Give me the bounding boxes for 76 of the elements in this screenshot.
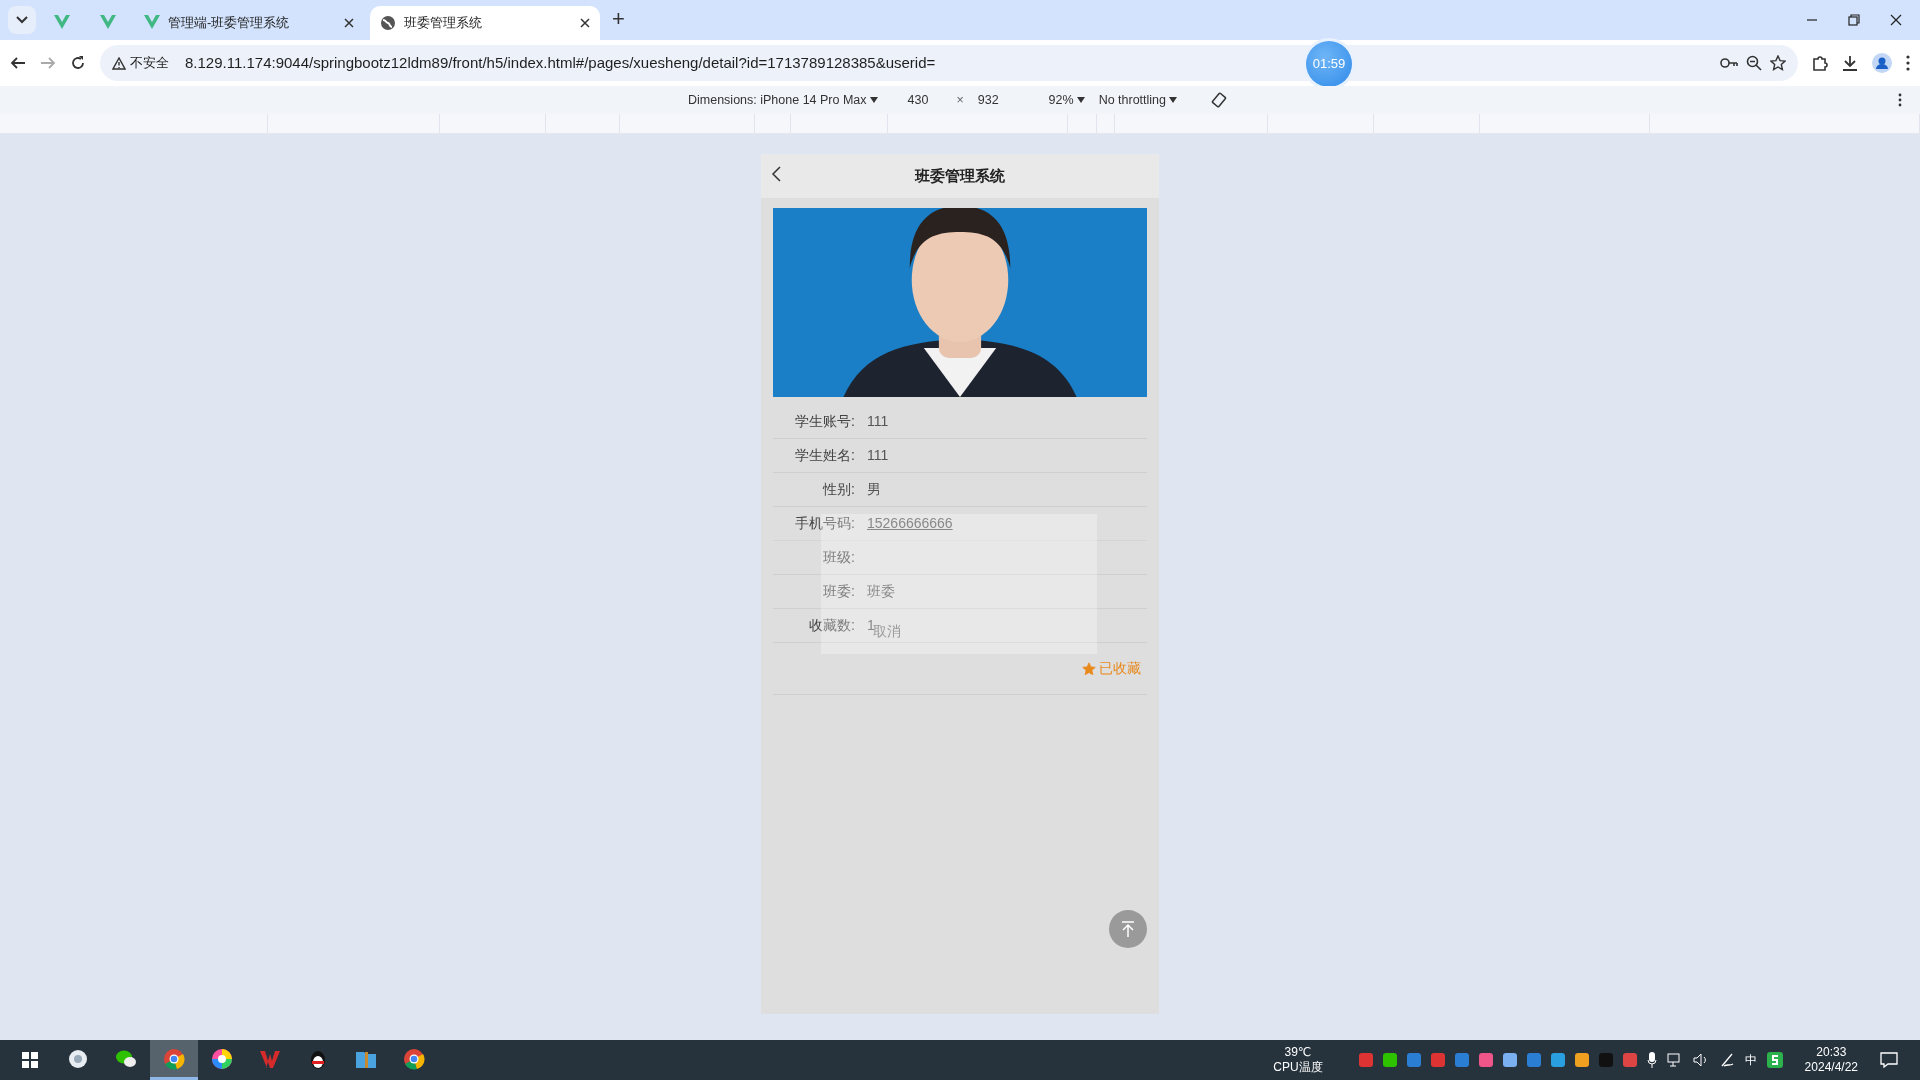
tray-app-icon[interactable] [1454, 1053, 1469, 1067]
warning-icon [112, 56, 126, 70]
field-value: 111 [867, 446, 889, 465]
caret-icon [1169, 97, 1178, 104]
throttling-dropdown[interactable]: No throttling [1098, 90, 1178, 110]
page-title: 班委管理系统 [915, 165, 1005, 186]
zoom-icon[interactable] [1746, 55, 1762, 71]
back-chevron-icon[interactable] [771, 166, 781, 182]
tray-app-icon[interactable] [1406, 1053, 1421, 1067]
field-label: 收藏数: [808, 616, 856, 635]
zoom-dropdown[interactable]: 92% [1048, 90, 1085, 110]
rotate-icon[interactable] [1211, 92, 1228, 108]
close-icon[interactable] [1890, 14, 1902, 26]
tray-app-icon[interactable] [1382, 1053, 1397, 1067]
browser-app-icon [163, 1047, 185, 1070]
star-icon [1082, 661, 1096, 676]
color-wheel-icon [211, 1047, 233, 1070]
download-icon[interactable] [1842, 55, 1858, 71]
windows-start-icon[interactable] [22, 1052, 38, 1068]
temperature-text: 39℃ [1283, 1045, 1313, 1060]
field-value: 1 [867, 616, 875, 633]
tab-list-button[interactable] [8, 6, 36, 34]
tray-app-icon[interactable] [1574, 1053, 1589, 1067]
tray-app-icon[interactable] [1526, 1053, 1541, 1067]
more-icon[interactable] [1898, 93, 1902, 107]
new-tab-button[interactable]: + [606, 1, 631, 36]
tray-app-icon[interactable] [1550, 1053, 1565, 1067]
profile-icon[interactable] [1872, 53, 1892, 73]
width-field[interactable]: 430 [907, 90, 929, 110]
browser-tab[interactable]: 班委管理系统 [370, 6, 600, 40]
microphone-icon[interactable] [1646, 1052, 1657, 1068]
vue-logo-icon [144, 15, 160, 31]
star-icon[interactable] [1770, 55, 1786, 71]
field-value: 111 [867, 412, 889, 431]
tray-app-icon[interactable] [1478, 1053, 1493, 1067]
field-label: 班级: [822, 548, 856, 567]
speaker-icon[interactable] [1692, 1053, 1709, 1067]
field-label: 手机号码: [794, 514, 856, 533]
browser-tab[interactable]: 管理端-班委管理系统 [134, 6, 364, 40]
browser-app-icon [403, 1047, 425, 1070]
device-dropdown[interactable]: Dimensions: iPhone 14 Pro Max [688, 90, 878, 110]
s-app-icon[interactable] [1766, 1052, 1783, 1068]
close-icon[interactable] [580, 18, 590, 28]
temperature-label: CPU温度 [1273, 1060, 1323, 1075]
url-text: 8.129.11.174:9044/springbootz12ldm89/front/h5/index.html#/pages/xuesheng/detail?id=1713789128385&userid= [185, 52, 936, 73]
field-label: 性别: [821, 480, 856, 499]
reload-icon[interactable] [70, 55, 86, 71]
tray-app-icon[interactable] [1430, 1053, 1445, 1067]
arrow-up-icon [1120, 920, 1136, 938]
height-field[interactable]: 932 [977, 90, 999, 110]
field-label: 班委: [822, 582, 856, 601]
field-value: 男 [867, 480, 881, 499]
caret-icon [16, 16, 28, 24]
recording-timer: 01:59 [1306, 41, 1352, 87]
tray-app-icon[interactable] [1622, 1053, 1637, 1067]
security-label[interactable]: 不安全 [130, 53, 169, 73]
globe-icon [380, 15, 396, 31]
field-label: 学生姓名: [794, 446, 856, 465]
clock-time[interactable]: 20:33 [1804, 1045, 1858, 1060]
field-label: 学生账号: [794, 412, 856, 431]
times-label: × [956, 91, 964, 109]
network-icon[interactable] [1666, 1053, 1683, 1067]
clock-date[interactable]: 2024/4/22 [1804, 1060, 1858, 1075]
menu-icon[interactable] [1906, 55, 1910, 71]
input-method-indicator[interactable]: 中 [1744, 1051, 1757, 1069]
caret-icon [869, 97, 878, 104]
notification-icon[interactable] [1880, 1052, 1898, 1068]
close-icon[interactable] [344, 18, 354, 28]
key-icon[interactable] [1720, 57, 1738, 69]
back-icon[interactable] [10, 55, 26, 71]
tray-app-icon[interactable] [1502, 1053, 1517, 1067]
field-value: 班委 [867, 582, 895, 601]
restore-icon[interactable] [1848, 14, 1860, 26]
tray-app-icon[interactable] [1358, 1053, 1373, 1067]
caret-icon [1076, 97, 1085, 104]
puzzle-icon[interactable] [1812, 55, 1828, 71]
